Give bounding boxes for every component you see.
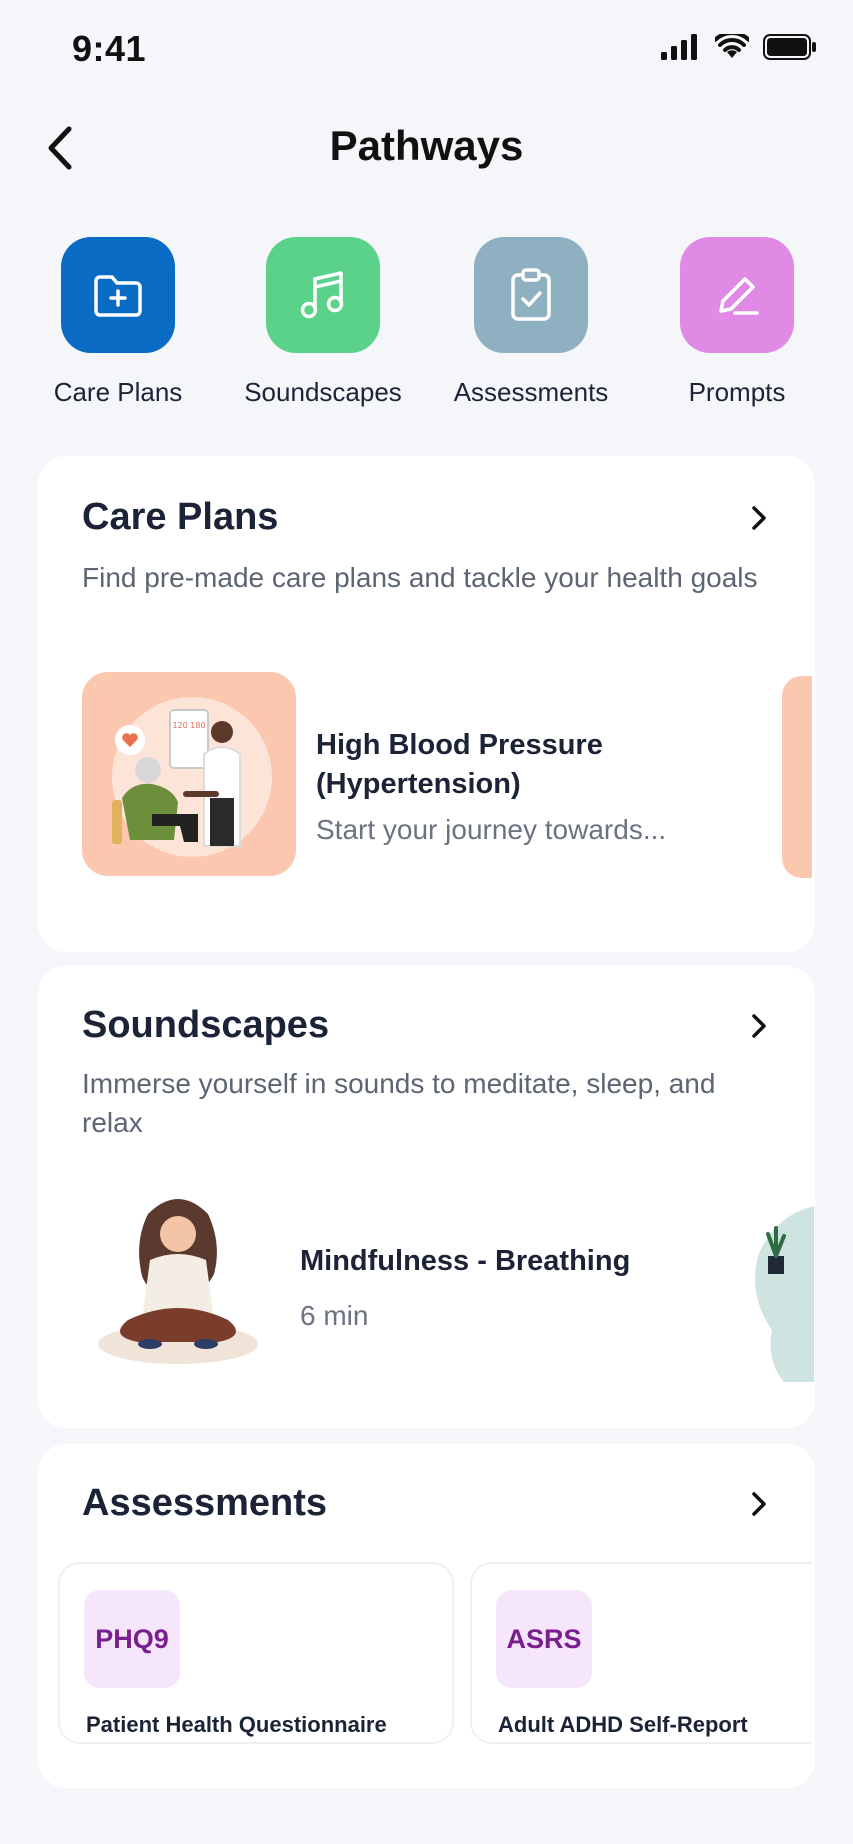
soundscapes-card: Soundscapes Immerse yourself in sounds t…	[38, 966, 815, 1428]
card-title: Soundscapes	[82, 1004, 330, 1046]
quick-link-soundscapes[interactable]: Soundscapes	[223, 237, 423, 408]
soundscape-title: Mindfulness - Breathing	[300, 1245, 631, 1277]
quick-link-prompts[interactable]: Prompts	[637, 237, 837, 408]
assessment-badge: PHQ9	[84, 1590, 180, 1688]
soundscapes-see-all-button[interactable]	[739, 1006, 779, 1046]
quick-link-label: Soundscapes	[244, 377, 402, 407]
signal-icon	[661, 34, 697, 60]
card-description: Immerse yourself in sounds to meditate, …	[82, 1068, 716, 1138]
battery-icon	[763, 34, 816, 60]
chevron-right-icon	[752, 1492, 766, 1516]
status-icons	[661, 34, 817, 60]
next-care-plan-peek[interactable]	[782, 676, 812, 878]
assessment-badge: ASRS	[496, 1590, 592, 1688]
card-title: Assessments	[82, 1482, 328, 1524]
care-plans-card: Care Plans Find pre-made care plans and …	[38, 456, 815, 952]
quick-link-care-plans[interactable]: Care Plans	[18, 237, 218, 408]
status-bar: 9:41	[0, 0, 853, 100]
chevron-right-icon	[752, 506, 766, 530]
card-description: Find pre-made care plans and tackle your…	[82, 562, 758, 593]
soundscape-duration: 6 min	[300, 1300, 369, 1331]
quick-link-label: Assessments	[453, 377, 609, 407]
page-title: Pathways	[329, 122, 524, 169]
quick-links: Care Plans Soundscapes Assessments Promp…	[0, 237, 853, 417]
music-note-icon	[266, 237, 380, 353]
quick-link-label: Prompts	[688, 377, 786, 407]
care-plans-see-all-button[interactable]	[739, 498, 779, 538]
quick-link-assessments[interactable]: Assessments	[431, 237, 631, 408]
chevron-right-icon	[752, 1014, 766, 1038]
assessments-see-all-button[interactable]	[739, 1484, 779, 1524]
assessment-label: Adult ADHD Self-Report	[498, 1712, 748, 1737]
assessment-item-phq9[interactable]: PHQ9 Patient Health Questionnaire	[58, 1562, 454, 1744]
folder-plus-icon	[61, 237, 175, 353]
card-title: Care Plans	[82, 496, 279, 538]
clipboard-check-icon	[474, 237, 588, 353]
next-soundscape-peek[interactable]	[754, 1206, 814, 1382]
assessment-item-asrs[interactable]: ASRS Adult ADHD Self-Report	[470, 1562, 812, 1744]
navigation-bar: Pathways	[0, 110, 853, 190]
care-plan-subtitle: Start your journey towards...	[316, 814, 667, 845]
status-time: 9:41	[72, 28, 147, 69]
pencil-icon	[680, 237, 794, 353]
care-plan-title: High Blood Pressure (Hypertension)	[316, 729, 603, 800]
assessment-label: Patient Health Questionnaire	[86, 1712, 387, 1737]
meditation-illustration	[88, 1194, 268, 1366]
quick-link-label: Care Plans	[53, 377, 183, 407]
monitor-reading: 120 180	[172, 721, 205, 730]
wifi-icon	[715, 34, 749, 58]
hypertension-illustration: 120 180	[82, 672, 296, 876]
